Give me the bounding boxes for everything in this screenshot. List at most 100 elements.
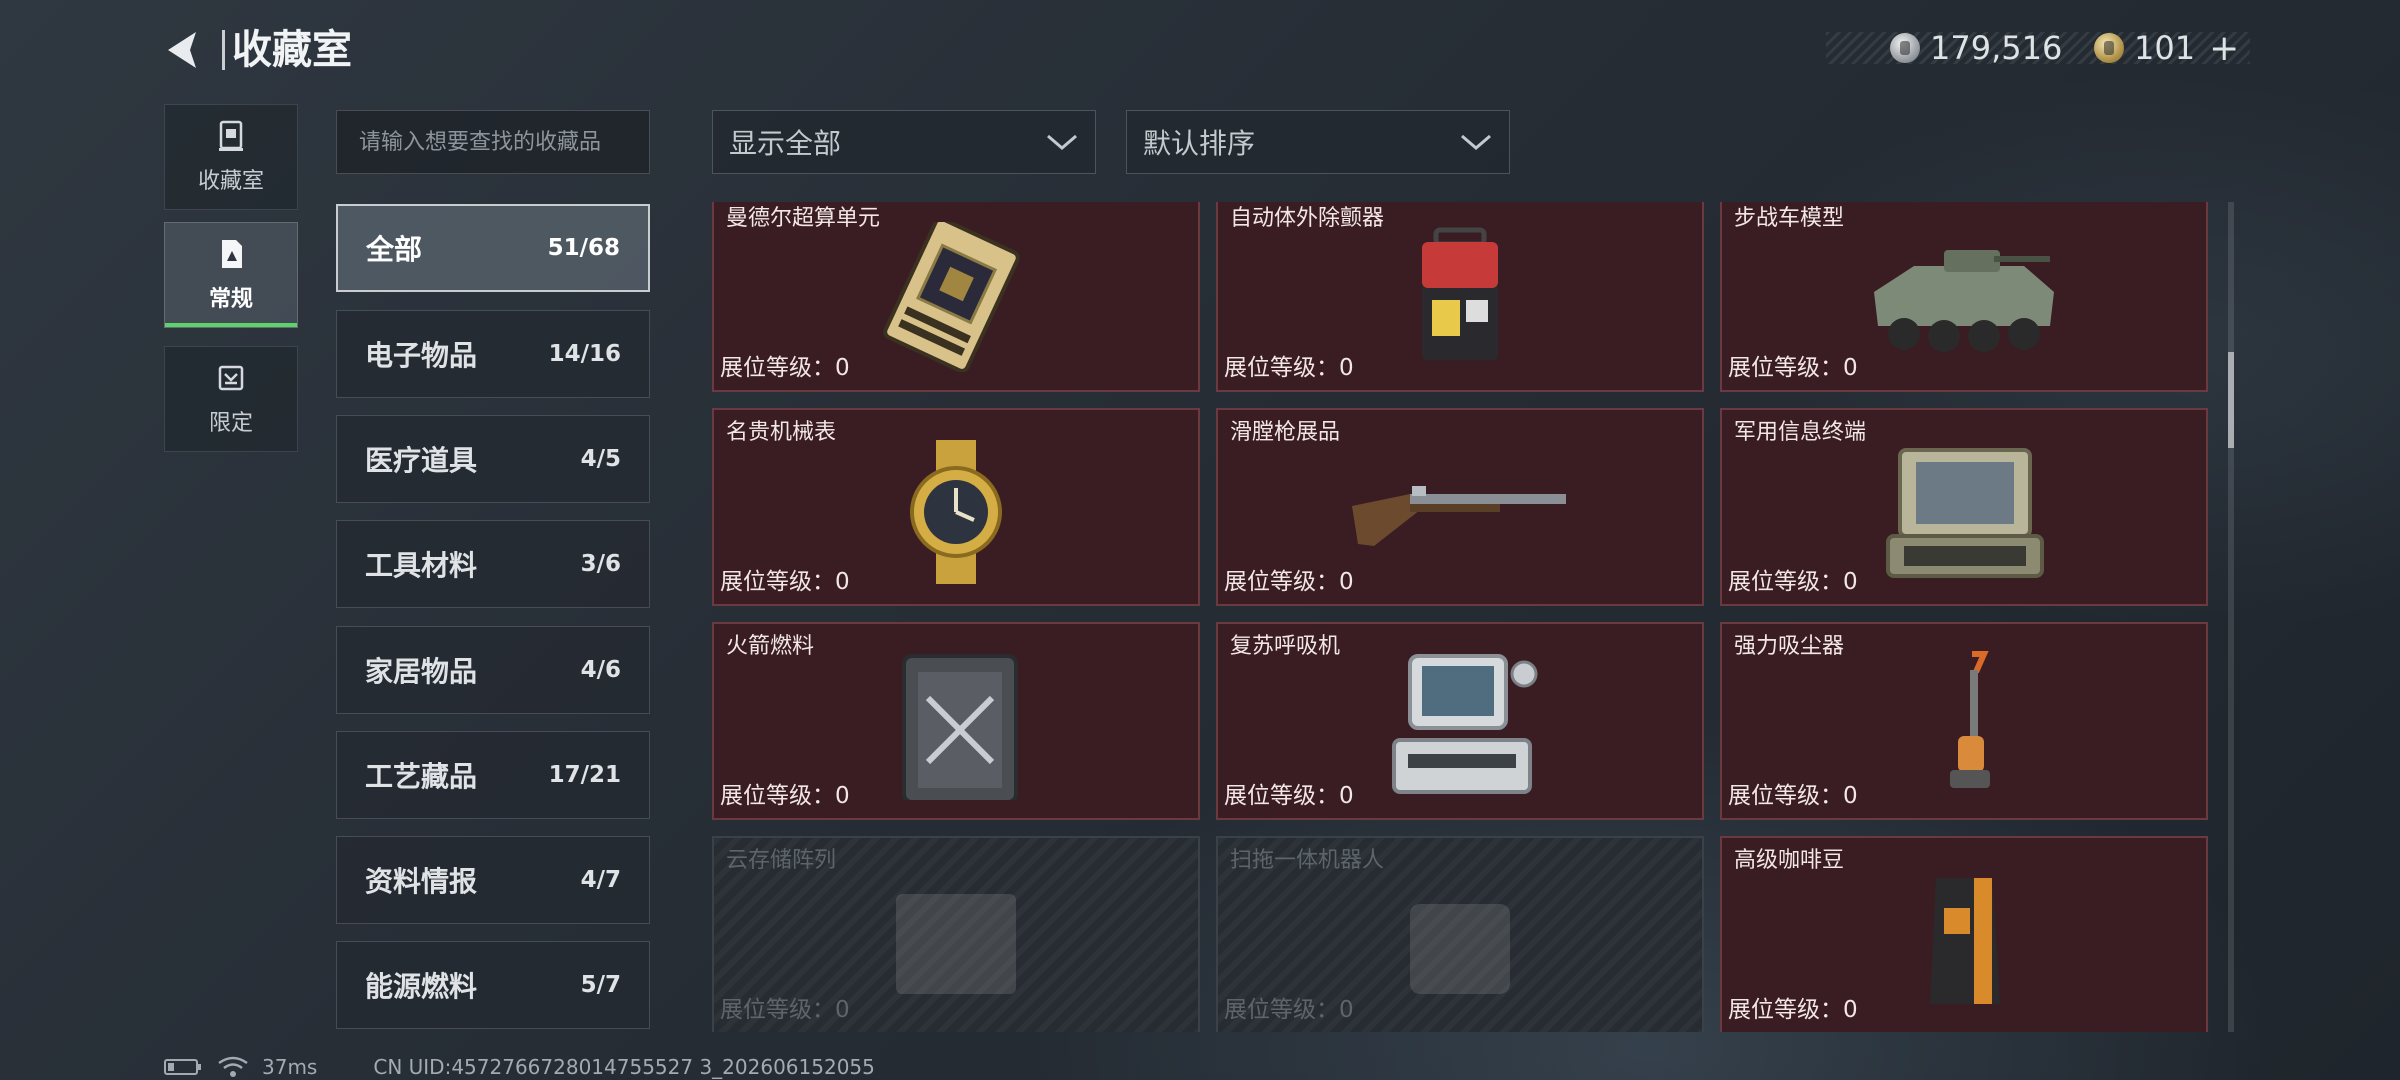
item-level: 展位等级：0 [720,997,850,1023]
category-energy[interactable]: 能源燃料 5/7 [336,941,650,1029]
uid-text: CN UID:4572766728014755527 3_20260615205… [373,1055,875,1079]
item-name: 名贵机械表 [726,420,837,445]
side-tab-label: 限定 [208,411,253,436]
item-level: 展位等级：0 [1224,355,1354,381]
back-arrow-icon [168,32,196,68]
category-count: 17/21 [548,762,621,788]
collection-item-card[interactable]: 高级咖啡豆 展位等级：0 [1720,836,2208,1032]
item-name: 高级咖啡豆 [1734,848,1845,873]
military-terminal-icon [1886,448,2044,578]
silver-currency: 179,516 [1890,28,2062,68]
supercomputer-unit-icon [883,222,1020,372]
item-name: 步战车模型 [1734,206,1845,231]
grid-scrollbar-thumb[interactable] [2228,352,2234,448]
search-input[interactable] [357,128,629,156]
side-tab-vault[interactable]: 收藏室 [164,104,298,210]
header-divider [222,30,225,70]
show-filter-dropdown[interactable]: 显示全部 [712,110,1096,174]
item-level: 展位等级：0 [720,569,850,595]
collection-item-card[interactable]: 军用信息终端 展位等级：0 [1720,408,2208,606]
coffee-bag-icon [1930,878,2000,1004]
item-level: 展位等级：0 [1224,783,1354,809]
collection-item-card[interactable]: 自动体外除颤器 展位等级：0 [1216,202,1704,392]
collection-item-card[interactable]: 火箭燃料 展位等级：0 [712,622,1200,820]
page-title: 收藏室 [232,27,352,73]
category-count: 51/68 [547,235,620,261]
ifv-model-icon [1874,250,2054,352]
vault-icon [219,120,243,151]
category-household[interactable]: 家居物品 4/6 [336,626,650,714]
collection-item-card-locked[interactable]: 云存储阵列 展位等级：0 [712,836,1200,1032]
sort-dropdown[interactable]: 默认排序 [1126,110,1510,174]
add-currency-button[interactable]: + [2209,28,2239,69]
collection-item-card[interactable]: 强力吸尘器 展位等级：0 [1720,622,2208,820]
ventilator-icon [1392,654,1538,794]
show-filter-value: 显示全部 [729,127,842,160]
category-intel[interactable]: 资料情报 4/7 [336,836,650,924]
gold-currency: 101 + [2094,28,2239,69]
collection-item-card[interactable]: 复苏呼吸机 展位等级：0 [1216,622,1704,820]
side-tab-regular[interactable]: 常规 [164,222,298,328]
grid-scrollbar-track[interactable] [2228,202,2234,1032]
item-name: 火箭燃料 [726,634,815,659]
item-level: 展位等级：0 [1728,569,1858,595]
collection-item-card[interactable]: 曼德尔超算单元 展位等级：0 [712,202,1200,392]
collection-grid: 曼德尔超算单元 展位等级：0 自动体外除颤器 展位等级：0 步战车模型 展位等级… [712,202,2212,1032]
collection-item-card[interactable]: 步战车模型 展位等级：0 [1720,202,2208,392]
photo-frame-icon [222,240,242,268]
limited-icon [218,365,244,391]
category-tools[interactable]: 工具材料 3/6 [336,520,650,608]
item-level: 展位等级：0 [1728,355,1858,381]
back-button[interactable] [160,28,210,72]
category-count: 14/16 [548,341,621,367]
side-tab-limited[interactable]: 限定 [164,346,298,452]
category-name: 医疗道具 [365,444,478,477]
collection-item-card-locked[interactable]: 扫拖一体机器人 展位等级：0 [1216,836,1704,1032]
category-name: 工艺藏品 [365,760,478,793]
search-field[interactable] [336,110,650,174]
category-name: 资料情报 [365,865,478,898]
item-name: 强力吸尘器 [1734,634,1845,659]
item-name: 云存储阵列 [726,848,837,873]
status-bar: 37ms CN UID:4572766728014755527 3_202606… [164,1054,875,1080]
collection-item-card[interactable]: 名贵机械表 展位等级：0 [712,408,1200,606]
silver-coin-icon [1890,33,1920,63]
luxury-watch-icon [910,440,1002,584]
storage-array-icon [896,894,1016,994]
item-name: 军用信息终端 [1734,420,1867,445]
category-count: 4/5 [580,446,621,472]
battery-icon [164,1059,201,1075]
category-electronics[interactable]: 电子物品 14/16 [336,310,650,398]
category-name: 家居物品 [365,655,478,688]
item-level: 展位等级：0 [720,355,850,381]
item-level: 展位等级：0 [1728,783,1858,809]
category-count: 5/7 [580,972,621,998]
category-all[interactable]: 全部 51/68 [336,204,650,292]
item-level: 展位等级：0 [1728,997,1858,1023]
category-medical[interactable]: 医疗道具 4/5 [336,415,650,503]
category-name: 全部 [366,233,423,266]
fuel-canister-icon [902,654,1018,800]
category-name: 电子物品 [365,339,478,372]
sort-value: 默认排序 [1143,127,1256,160]
defibrillator-icon [1422,227,1498,360]
vacuum-cleaner-icon [1950,651,1990,788]
item-level: 展位等级：0 [720,783,850,809]
item-level: 展位等级：0 [1224,997,1354,1023]
side-tab-label: 常规 [208,287,253,312]
side-tab-label: 收藏室 [197,169,264,194]
silver-currency-value: 179,516 [1930,29,2063,67]
robot-mop-icon [1410,904,1510,994]
wifi-icon [218,1056,248,1077]
category-count: 3/6 [580,551,621,577]
chevron-down-icon [1047,134,1077,150]
category-count: 4/6 [580,657,621,683]
gold-coin-icon [2094,33,2124,63]
item-level: 展位等级：0 [1224,569,1354,595]
category-crafts[interactable]: 工艺藏品 17/21 [336,731,650,819]
category-name: 工具材料 [365,549,478,582]
category-count: 4/7 [580,867,621,893]
collection-item-card[interactable]: 滑膛枪展品 展位等级：0 [1216,408,1704,606]
gold-currency-value: 101 [2134,29,2196,67]
category-name: 能源燃料 [365,970,478,1003]
